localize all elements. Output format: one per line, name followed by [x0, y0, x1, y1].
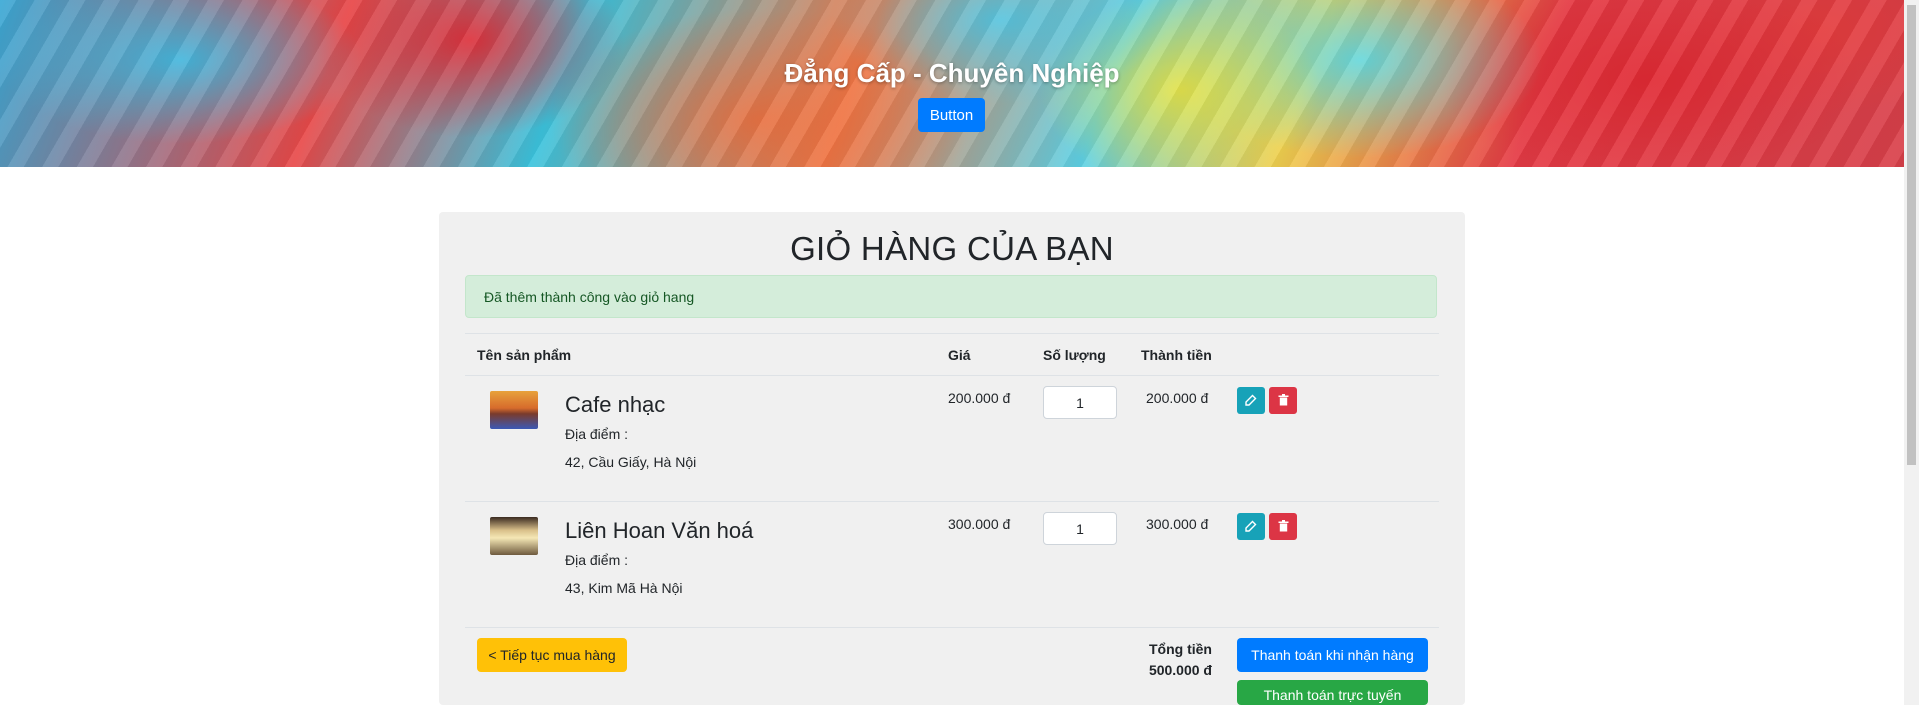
success-alert: Đã thêm thành công vào giỏ hang: [465, 275, 1437, 318]
edit-button[interactable]: [1237, 513, 1265, 540]
continue-shopping-button[interactable]: < Tiếp tục mua hàng: [477, 638, 627, 672]
item-name: Liên Hoan Văn hoá: [565, 518, 754, 543]
cart-title: GIỎ HÀNG CỦA BẠN: [790, 230, 1114, 267]
item-subtotal: 300.000 đ: [1146, 516, 1209, 532]
cafe-music-thumbnail: [490, 391, 538, 429]
table-top-divider: [465, 333, 1439, 334]
quantity-input[interactable]: 1: [1043, 512, 1117, 545]
header-product-name: Tên sản phẩm: [477, 347, 572, 363]
item-subtotal: 200.000 đ: [1146, 390, 1209, 406]
total-label: Tổng tiền: [1149, 641, 1212, 657]
trash-icon: [1278, 520, 1288, 532]
header-price: Giá: [948, 347, 971, 363]
row-divider: [465, 501, 1439, 502]
hero-button[interactable]: Button: [918, 98, 985, 132]
edit-button[interactable]: [1237, 387, 1265, 414]
header-divider: [465, 375, 1439, 376]
item-location-label: Địa điểm :: [565, 426, 629, 442]
header-quantity: Số lượng: [1043, 347, 1106, 363]
pay-on-delivery-button[interactable]: Thanh toán khi nhận hàng: [1237, 638, 1428, 672]
footer-divider: [465, 627, 1439, 628]
delete-button[interactable]: [1269, 513, 1297, 540]
hero-title: Đẳng Cấp - Chuyên Nghiệp: [784, 58, 1120, 88]
total-value: 500.000 đ: [1148, 662, 1212, 678]
header-subtotal: Thành tiền: [1141, 347, 1212, 363]
item-price: 200.000 đ: [948, 390, 1011, 406]
item-name: Cafe nhạc: [565, 392, 666, 417]
item-address: 42, Cầu Giấy, Hà Nội: [565, 454, 697, 470]
edit-icon: [1245, 394, 1257, 406]
item-location-label: Địa điểm :: [565, 552, 629, 568]
item-price: 300.000 đ: [948, 516, 1011, 532]
pay-online-button[interactable]: Thanh toán trực tuyến: [1237, 680, 1428, 705]
delete-button[interactable]: [1269, 387, 1297, 414]
trash-icon: [1278, 394, 1288, 406]
edit-icon: [1245, 520, 1257, 532]
culture-festival-thumbnail: [490, 517, 538, 555]
quantity-input[interactable]: 1: [1043, 386, 1117, 419]
scrollbar-thumb[interactable]: [1907, 5, 1916, 465]
item-address: 43, Kim Mã Hà Nội: [565, 580, 683, 596]
